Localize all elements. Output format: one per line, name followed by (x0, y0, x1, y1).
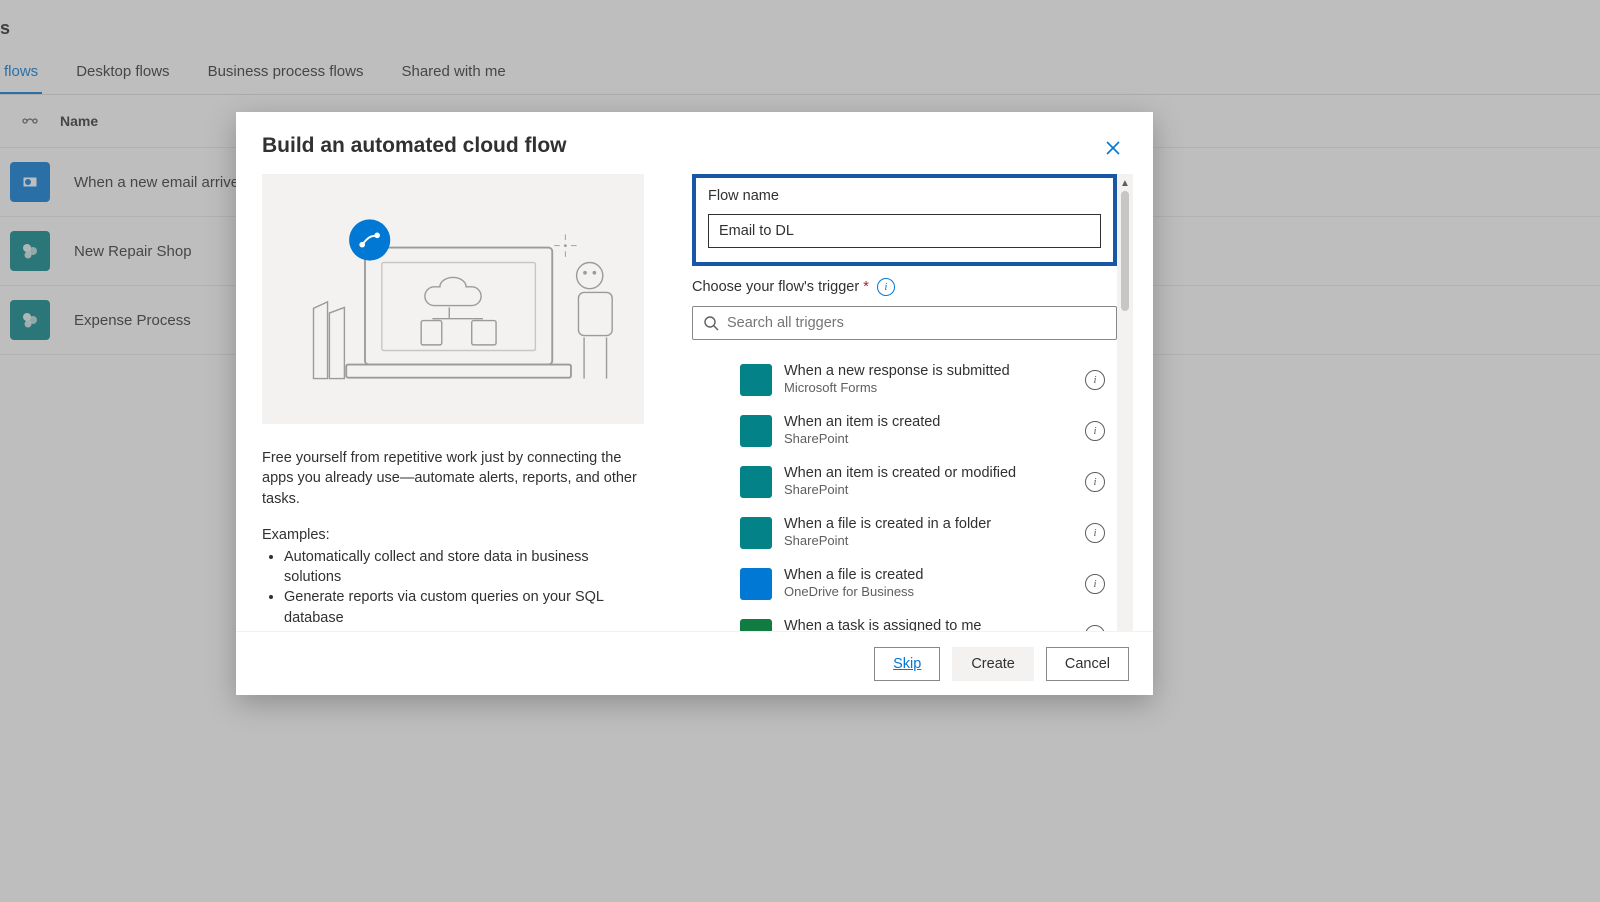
info-icon[interactable]: i (1085, 625, 1105, 631)
trigger-item[interactable]: When a file is created in a folder Share… (692, 507, 1113, 558)
modal-right-pane: Flow name Choose your flow's trigger * i (668, 162, 1153, 631)
info-icon[interactable]: i (1085, 523, 1105, 543)
trigger-connector: SharePoint (784, 482, 1016, 499)
trigger-search-input[interactable] (727, 315, 1106, 331)
trigger-connector: SharePoint (784, 533, 991, 550)
trigger-title: When a task is assigned to me (784, 617, 981, 631)
illustration (262, 174, 644, 424)
sharepoint-icon (740, 466, 772, 498)
planner-icon (740, 619, 772, 631)
trigger-list[interactable]: When a new response is submitted Microso… (692, 354, 1117, 631)
sharepoint-icon (740, 415, 772, 447)
example-item: Generate reports via custom queries on y… (284, 587, 644, 628)
example-item: Automatically collect and store data in … (284, 547, 644, 588)
trigger-title: When an item is created (784, 413, 940, 431)
cancel-button[interactable]: Cancel (1046, 647, 1129, 681)
flow-name-input[interactable] (708, 214, 1101, 248)
trigger-item[interactable]: When a file is created OneDrive for Busi… (692, 558, 1113, 609)
modal-footer: Skip Create Cancel (236, 631, 1153, 695)
trigger-connector: Microsoft Forms (784, 380, 1010, 397)
scrollbar[interactable]: ▲ (1117, 174, 1133, 631)
trigger-search-box[interactable] (692, 306, 1117, 340)
info-icon[interactable]: i (1085, 472, 1105, 492)
create-button[interactable]: Create (952, 647, 1034, 681)
trigger-item[interactable]: When a new response is submitted Microso… (692, 354, 1113, 405)
flow-name-label: Flow name (708, 188, 1101, 204)
trigger-item[interactable]: When an item is created SharePoint i (692, 405, 1113, 456)
info-icon[interactable]: i (877, 278, 895, 296)
search-icon (703, 315, 719, 331)
info-icon[interactable]: i (1085, 370, 1105, 390)
trigger-label: Choose your flow's trigger * (692, 279, 869, 295)
info-icon[interactable]: i (1085, 421, 1105, 441)
trigger-connector: OneDrive for Business (784, 584, 923, 601)
flow-name-field-highlight: Flow name (692, 174, 1117, 266)
trigger-title: When a file is created (784, 566, 923, 584)
modal-left-pane: Free yourself from repetitive work just … (236, 162, 668, 631)
info-icon[interactable]: i (1085, 574, 1105, 594)
trigger-title: When a file is created in a folder (784, 515, 991, 533)
scroll-up-arrow-icon[interactable]: ▲ (1120, 178, 1130, 189)
trigger-title: When a new response is submitted (784, 362, 1010, 380)
onedrive-icon (740, 568, 772, 600)
examples-list: Automatically collect and store data in … (262, 547, 644, 628)
examples-label: Examples: (262, 527, 644, 543)
trigger-title: When an item is created or modified (784, 464, 1016, 482)
close-button[interactable] (1099, 134, 1127, 162)
forms-icon (740, 364, 772, 396)
sharepoint-icon (740, 517, 772, 549)
trigger-item[interactable]: When a task is assigned to me Planner i (692, 609, 1113, 631)
skip-button[interactable]: Skip (874, 647, 940, 681)
modal-description: Free yourself from repetitive work just … (262, 448, 644, 509)
trigger-connector: SharePoint (784, 431, 940, 448)
trigger-item[interactable]: When an item is created or modified Shar… (692, 456, 1113, 507)
create-flow-modal: Build an automated cloud flow (236, 112, 1153, 695)
scroll-thumb[interactable] (1121, 191, 1129, 311)
modal-title: Build an automated cloud flow (262, 134, 567, 158)
